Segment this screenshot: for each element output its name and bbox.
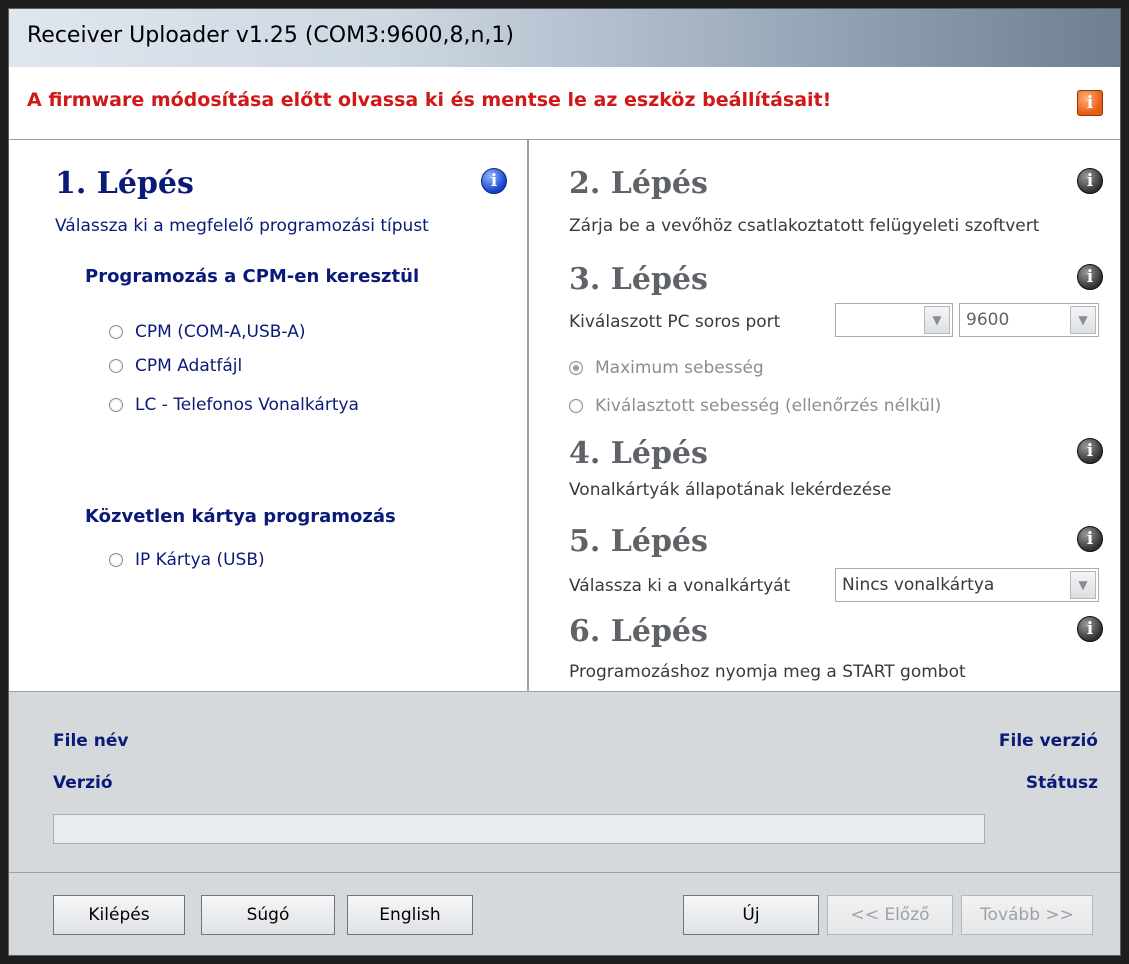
radio-dot bbox=[569, 361, 583, 375]
main-window: Receiver Uploader v1.25 (COM3:9600,8,n,1… bbox=[8, 8, 1121, 956]
radio-dot bbox=[109, 553, 123, 567]
radio-cpm-datafile[interactable]: CPM Adatfájl bbox=[109, 356, 242, 376]
warning-info-icon[interactable]: i bbox=[1077, 90, 1103, 116]
step5-title: 5. Lépés bbox=[569, 524, 708, 559]
step2-description: Zárja be a vevőhöz csatlakoztatott felüg… bbox=[569, 216, 1040, 236]
radio-ip-card-usb[interactable]: IP Kártya (USB) bbox=[109, 550, 265, 570]
step6-description: Programozáshoz nyomja meg a START gombot bbox=[569, 662, 966, 682]
step1-info-icon[interactable]: i bbox=[481, 168, 507, 194]
step6-info-icon[interactable]: i bbox=[1077, 616, 1103, 642]
radio-lc-phone-card[interactable]: LC - Telefonos Vonalkártya bbox=[109, 395, 359, 415]
exit-button[interactable]: Kilépés bbox=[53, 895, 185, 935]
step4-description: Vonalkártyák állapotának lekérdezése bbox=[569, 480, 892, 500]
step1-title: 1. Lépés bbox=[55, 166, 194, 201]
bottom-separator bbox=[9, 872, 1120, 873]
chevron-down-icon[interactable]: ▼ bbox=[924, 306, 950, 334]
file-name-label: File név bbox=[53, 731, 129, 751]
step3-title: 3. Lépés bbox=[569, 262, 708, 297]
next-button[interactable]: Tovább >> bbox=[961, 895, 1093, 935]
serial-port-select[interactable]: ▼ bbox=[835, 303, 953, 337]
version-label: Verzió bbox=[53, 773, 113, 793]
baud-rate-select[interactable]: 9600 ▼ bbox=[959, 303, 1099, 337]
radio-dot bbox=[569, 399, 583, 413]
radio-dot bbox=[109, 398, 123, 412]
step2-info-icon[interactable]: i bbox=[1077, 168, 1103, 194]
chevron-down-icon[interactable]: ▼ bbox=[1070, 306, 1096, 334]
step5-label: Válassza ki a vonalkártyát bbox=[569, 576, 791, 596]
radio-max-speed[interactable]: Maximum sebesség bbox=[569, 358, 764, 378]
english-button[interactable]: English bbox=[347, 895, 473, 935]
step4-title: 4. Lépés bbox=[569, 436, 708, 471]
section-cpm: Programozás a CPM-en keresztül bbox=[85, 266, 420, 287]
previous-button[interactable]: << Előző bbox=[827, 895, 953, 935]
step4-info-icon[interactable]: i bbox=[1077, 438, 1103, 464]
step3-info-icon[interactable]: i bbox=[1077, 264, 1103, 290]
new-button[interactable]: Új bbox=[683, 895, 819, 935]
section-separator bbox=[9, 691, 1120, 692]
step5-info-icon[interactable]: i bbox=[1077, 526, 1103, 552]
step2-title: 2. Lépés bbox=[569, 166, 708, 201]
chevron-down-icon[interactable]: ▼ bbox=[1070, 571, 1096, 599]
radio-cpm-com-usb[interactable]: CPM (COM-A,USB-A) bbox=[109, 322, 305, 342]
step3-port-label: Kiválaszott PC soros port bbox=[569, 312, 781, 332]
status-label: Státusz bbox=[1025, 773, 1098, 793]
warning-banner: A firmware módosítása előtt olvassa ki é… bbox=[9, 67, 1120, 140]
step1-description: Válassza ki a megfelelő programozási típ… bbox=[55, 216, 429, 236]
steps-panel: 2. Lépés i Zárja be a vevőhöz csatlakozt… bbox=[529, 140, 1120, 691]
step6-title: 6. Lépés bbox=[569, 614, 708, 649]
warning-text: A firmware módosítása előtt olvassa ki é… bbox=[27, 89, 832, 111]
help-button[interactable]: Súgó bbox=[201, 895, 335, 935]
progress-bar bbox=[53, 814, 985, 844]
line-card-select[interactable]: Nincs vonalkártya ▼ bbox=[835, 568, 1099, 602]
radio-dot bbox=[109, 359, 123, 373]
section-direct: Közvetlen kártya programozás bbox=[85, 506, 396, 527]
window-title: Receiver Uploader v1.25 (COM3:9600,8,n,1… bbox=[27, 23, 514, 48]
radio-selected-speed[interactable]: Kiválasztott sebesség (ellenőrzés nélkül… bbox=[569, 396, 941, 416]
title-bar[interactable]: Receiver Uploader v1.25 (COM3:9600,8,n,1… bbox=[9, 9, 1120, 68]
step1-panel: 1. Lépés i Válassza ki a megfelelő progr… bbox=[9, 140, 527, 691]
radio-dot bbox=[109, 325, 123, 339]
file-version-label: File verzió bbox=[998, 731, 1098, 751]
